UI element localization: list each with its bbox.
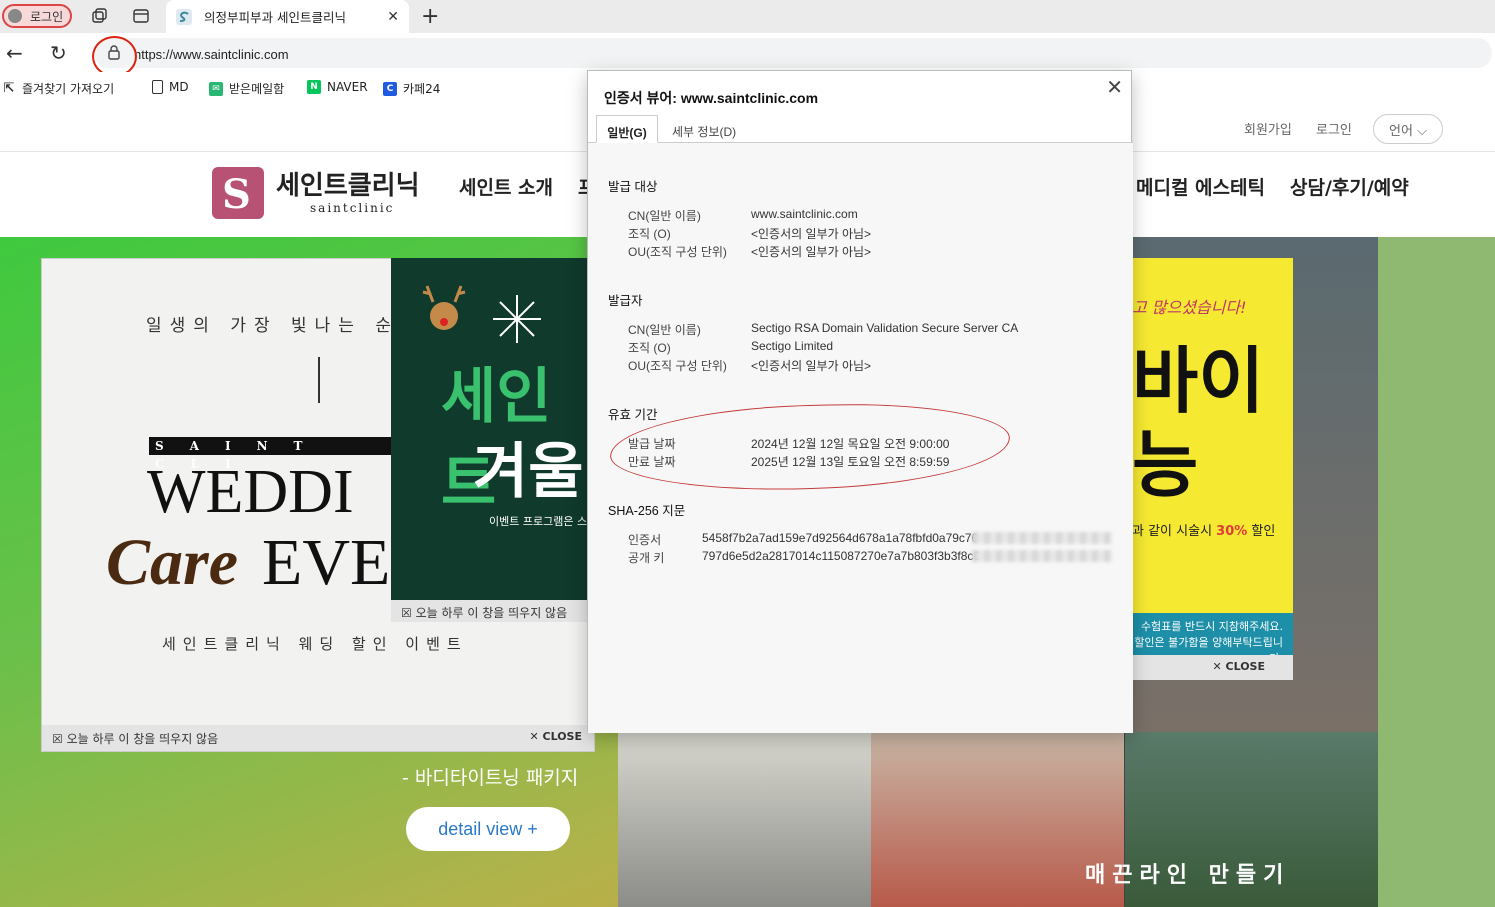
popup-title-care: Care [106,526,238,599]
redacted-block [972,550,1112,562]
divider [318,357,320,403]
bookmark-label: 받은메일함 [229,82,285,96]
field-label: 조직 (O) [628,227,671,241]
bookmark-cafe24[interactable]: C 카페24 [383,80,440,97]
import-icon: ⇱ [3,81,15,96]
photo-grey-top [618,732,871,907]
field-label: 조직 (O) [628,341,671,355]
annotation-circle [92,36,137,77]
tab-details[interactable]: 세부 정보(D) [672,115,736,143]
section-subject: 발급 대상 [608,180,658,194]
bookmark-naver[interactable]: N NAVER [307,80,368,94]
redacted-block [972,532,1112,544]
bookmark-label: NAVER [327,80,368,94]
logo-text[interactable]: 세인트클리닉 [276,165,420,202]
field-label: CN(일반 이름) [628,209,701,223]
popup-subtitle: 이벤트 프로그램은 스 [489,515,588,528]
signup-link[interactable]: 회원가입 [1244,119,1292,138]
popup-discount: 과 같이 시술시 30% 할인 [1132,524,1276,539]
bookmark-label: 즐겨찾기 가져오기 [22,82,115,96]
field-label: CN(일반 이름) [628,323,701,337]
close-icon[interactable]: ✕ [1106,75,1123,100]
section-issuer: 발급자 [608,294,643,308]
bookmark-md[interactable]: MD [152,80,189,94]
hero-text: - 바디타이트닝 패키지 [402,767,579,789]
dialog-title: 인증서 뷰어: www.saintclinic.com [604,90,819,106]
popup-title-2: 능 [1132,423,1199,507]
bookmark-import[interactable]: ⇱ 즐겨찾기 가져오기 [2,80,115,97]
bookmark-label: MD [169,80,189,94]
certificate-viewer-dialog: 인증서 뷰어: www.saintclinic.com ✕ 일반(G) 세부 정… [587,70,1133,733]
reindeer-icon [422,285,466,330]
popup-close-button[interactable]: ✕ CLOSE [1132,655,1293,680]
detail-view-button[interactable]: detail view + [406,807,570,851]
field-label: 공개 키 [628,551,665,565]
address-bar: ← ↻ https://www.saintclinic.com [0,33,1495,72]
field-value: www.saintclinic.com [751,207,858,221]
field-value: <인증서의 일부가 아님> [751,227,872,241]
field-value: Sectigo Limited [751,339,834,353]
popup-subtitle: 세인트클리닉 웨딩 할인 이벤트 [162,635,468,653]
field-value: <인증서의 일부가 아님> [751,245,872,259]
hero-caption: 매끈라인 만들기 [1085,863,1291,888]
student-event-popup: 고 많으셨습니다! 바이 능 과 같이 시술시 30% 할인 수험표를 반드시 … [1132,258,1293,680]
tab-saintclinic[interactable]: 의정부피부과 세인트클리닉 ✕ [166,0,409,33]
popup-title-event: EVE [262,526,391,599]
cert-fingerprint-value: 5458f7b2a7ad159e7d92564d678a1a78fbfd0a79… [702,531,979,545]
popup-notice: 수험표를 반드시 지참해주세요. 할인은 불가함을 양해부탁드립니다. [1132,613,1293,665]
snowflake-icon [493,295,541,343]
back-arrow-icon[interactable]: ← [6,41,23,65]
bookmark-mail[interactable]: ✉ 받은메일함 [209,80,284,97]
tab-general[interactable]: 일반(G) [596,115,658,143]
field-label: 인증서 [628,533,662,547]
menu-consult[interactable]: 상담/후기/예약 [1290,173,1409,200]
menu-medical-aesthetic[interactable]: 메디컬 에스테틱 [1136,173,1265,200]
workspaces-icon[interactable] [90,7,108,25]
url-text[interactable]: https://www.saintclinic.com [134,47,289,62]
close-tab-icon[interactable]: ✕ [387,9,399,25]
field-label: OU(조직 구성 단위) [628,359,727,373]
popup-footer: ☒ 오늘 하루 이 창을 띄우지 않음 ✕ CLOSE [42,725,594,751]
logo-icon[interactable]: S [212,167,264,219]
winter-event-popup: 세인트 겨울 이벤트 프로그램은 스 ☒ 오늘 하루 이 창을 띄우지 않음 [391,258,591,622]
avatar-icon [8,9,22,23]
hero-side-panel [1378,237,1495,907]
naver-icon: N [307,80,321,94]
dont-show-today-checkbox[interactable]: ☒ 오늘 하루 이 창을 띄우지 않음 [391,600,591,622]
section-validity: 유효 기간 [608,408,658,422]
profile-button[interactable]: 로그인 [2,4,72,28]
new-tab-icon[interactable]: + [421,4,439,29]
cafe24-icon: C [383,81,397,96]
popup-body: 고 많으셨습니다! 바이 능 과 같이 시술시 30% 할인 [1132,258,1293,613]
menu-about[interactable]: 세인트 소개 [459,173,553,200]
url-field[interactable] [94,38,1492,68]
logo-subtext: saintclinic [310,201,395,215]
page-icon [152,80,163,94]
popup-close-button[interactable]: ✕ CLOSE [529,730,582,743]
favicon-icon [176,8,192,25]
popup-handwriting: 고 많으셨습니다! [1132,298,1247,317]
field-value: Sectigo RSA Domain Validation Secure Ser… [751,321,1019,335]
dont-show-today-checkbox[interactable]: ☒ 오늘 하루 이 창을 띄우지 않음 [52,730,218,747]
popup-title-2: 겨울 [473,437,584,507]
pubkey-fingerprint-value: 797d6e5d2a2817014c115087270e7a7b803f3b3f… [702,549,981,563]
popup-headline: 일생의 가장 빛나는 순간 [146,316,423,336]
login-link[interactable]: 로그인 [1316,119,1352,138]
field-label: OU(조직 구성 단위) [628,245,727,259]
field-value: <인증서의 일부가 아님> [751,359,872,373]
dialog-tabs: 일반(G) 세부 정보(D) [588,115,1133,143]
mail-icon: ✉ [209,81,223,96]
reload-icon[interactable]: ↻ [50,41,67,65]
section-fingerprints: SHA-256 지문 [608,504,686,518]
popup-title: WEDDI [147,458,354,526]
tab-title: 의정부피부과 세인트클리닉 [204,10,346,25]
tab-actions-icon[interactable] [132,7,150,25]
browser-tab-bar: 로그인 의정부피부과 세인트클리닉 ✕ + [0,0,1495,33]
language-select[interactable]: 언어 ⌵ [1373,114,1443,144]
profile-label: 로그인 [30,9,64,24]
bookmark-label: 카페24 [403,82,441,96]
